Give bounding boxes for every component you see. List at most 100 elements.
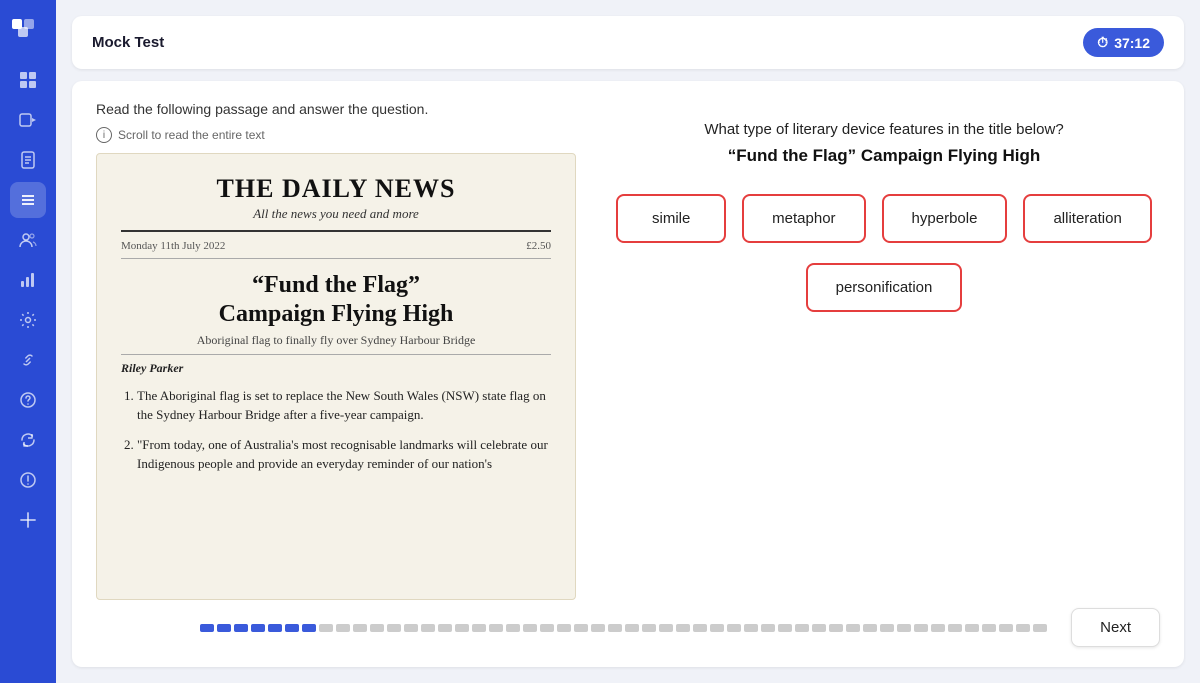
progress-segment [591, 624, 605, 632]
timer-badge: ⏱ 37:12 [1083, 28, 1164, 57]
question-text: What type of literary device features in… [704, 121, 1063, 138]
progress-segment [506, 624, 520, 632]
progress-segment [523, 624, 537, 632]
answer-options: simile metaphor hyperbole alliteration p… [608, 194, 1160, 312]
progress-segment [200, 624, 214, 632]
alert-icon[interactable] [10, 462, 46, 498]
progress-segment [268, 624, 282, 632]
progress-segment [795, 624, 809, 632]
progress-segment [370, 624, 384, 632]
progress-segment [931, 624, 945, 632]
option-personification[interactable]: personification [806, 263, 963, 312]
progress-segment [421, 624, 435, 632]
progress-segment [982, 624, 996, 632]
help-icon[interactable] [10, 382, 46, 418]
progress-segment [948, 624, 962, 632]
progress-segment [659, 624, 673, 632]
progress-segment [812, 624, 826, 632]
question-title: “Fund the Flag” Campaign Flying High [728, 146, 1041, 166]
progress-segment [1033, 624, 1047, 632]
progress-segment [251, 624, 265, 632]
passage-instruction: Read the following passage and answer th… [96, 101, 576, 117]
progress-segment [557, 624, 571, 632]
paragraph-2: "From today, one of Australia's most rec… [137, 435, 551, 474]
app-logo [10, 12, 46, 42]
progress-segment [217, 624, 231, 632]
progress-segment [880, 624, 894, 632]
question-section: What type of literary device features in… [608, 101, 1160, 600]
newspaper-title: THE DAILY NEWS [121, 174, 551, 204]
progress-segment [829, 624, 843, 632]
main-content: Mock Test ⏱ 37:12 Read the following pas… [56, 0, 1200, 683]
paragraph-1: The Aboriginal flag is set to replace th… [137, 386, 551, 425]
progress-segment [744, 624, 758, 632]
newspaper-author: Riley Parker [121, 361, 551, 376]
progress-segment [965, 624, 979, 632]
progress-segment [727, 624, 741, 632]
progress-segment [999, 624, 1013, 632]
progress-segment [710, 624, 724, 632]
list-icon[interactable] [10, 182, 46, 218]
scroll-hint-text: Scroll to read the entire text [118, 128, 265, 142]
newspaper-body: The Aboriginal flag is set to replace th… [121, 386, 551, 474]
newspaper-subheadline: Aboriginal flag to finally fly over Sydn… [121, 333, 551, 355]
progress-segment [778, 624, 792, 632]
progress-segment [608, 624, 622, 632]
newspaper-meta: Monday 11th July 2022 £2.50 [121, 240, 551, 259]
newspaper-subtitle: All the news you need and more [121, 206, 551, 222]
progress-segment [438, 624, 452, 632]
refresh-icon[interactable] [10, 422, 46, 458]
plus-icon[interactable] [10, 502, 46, 538]
settings-icon[interactable] [10, 302, 46, 338]
progress-segment [676, 624, 690, 632]
progress-segment [234, 624, 248, 632]
timer-icon: ⏱ [1097, 34, 1108, 51]
progress-segment [846, 624, 860, 632]
document-icon[interactable] [10, 142, 46, 178]
users-icon[interactable] [10, 222, 46, 258]
progress-segment [302, 624, 316, 632]
progress-segment [472, 624, 486, 632]
option-hyperbole[interactable]: hyperbole [882, 194, 1008, 243]
newspaper-headline: “Fund the Flag” Campaign Flying High [121, 271, 551, 329]
progress-segment [642, 624, 656, 632]
sidebar [0, 0, 56, 683]
option-alliteration[interactable]: alliteration [1023, 194, 1151, 243]
chart-icon[interactable] [10, 262, 46, 298]
content-top: Read the following passage and answer th… [96, 101, 1160, 600]
newspaper[interactable]: THE DAILY NEWS All the news you need and… [96, 153, 576, 600]
answer-row-1: simile metaphor hyperbole alliteration [616, 194, 1152, 243]
progress-segment [404, 624, 418, 632]
progress-segment [455, 624, 469, 632]
timer-value: 37:12 [1114, 35, 1150, 51]
newspaper-header: THE DAILY NEWS All the news you need and… [121, 174, 551, 232]
passage-section: Read the following passage and answer th… [96, 101, 576, 600]
info-icon: i [96, 127, 112, 143]
link-icon[interactable] [10, 342, 46, 378]
grid-icon[interactable] [10, 62, 46, 98]
progress-segment [1016, 624, 1030, 632]
progress-segment [625, 624, 639, 632]
progress-segment [863, 624, 877, 632]
progress-segment [285, 624, 299, 632]
progress-segment [574, 624, 588, 632]
progress-segment [761, 624, 775, 632]
option-metaphor[interactable]: metaphor [742, 194, 865, 243]
video-icon[interactable] [10, 102, 46, 138]
progress-segment [489, 624, 503, 632]
progress-segment [336, 624, 350, 632]
newspaper-price: £2.50 [526, 240, 551, 252]
option-simile[interactable]: simile [616, 194, 726, 243]
progress-segment [387, 624, 401, 632]
progress-segment [897, 624, 911, 632]
progress-segment [693, 624, 707, 632]
answer-row-2: personification [806, 263, 963, 312]
progress-segment [353, 624, 367, 632]
page-title: Mock Test [92, 34, 164, 51]
scroll-hint: i Scroll to read the entire text [96, 127, 576, 143]
newspaper-date: Monday 11th July 2022 [121, 240, 225, 252]
next-button[interactable]: Next [1071, 608, 1160, 647]
content-panel: Read the following passage and answer th… [72, 81, 1184, 667]
progress-segment [914, 624, 928, 632]
bottom-bar: Next [96, 600, 1160, 647]
